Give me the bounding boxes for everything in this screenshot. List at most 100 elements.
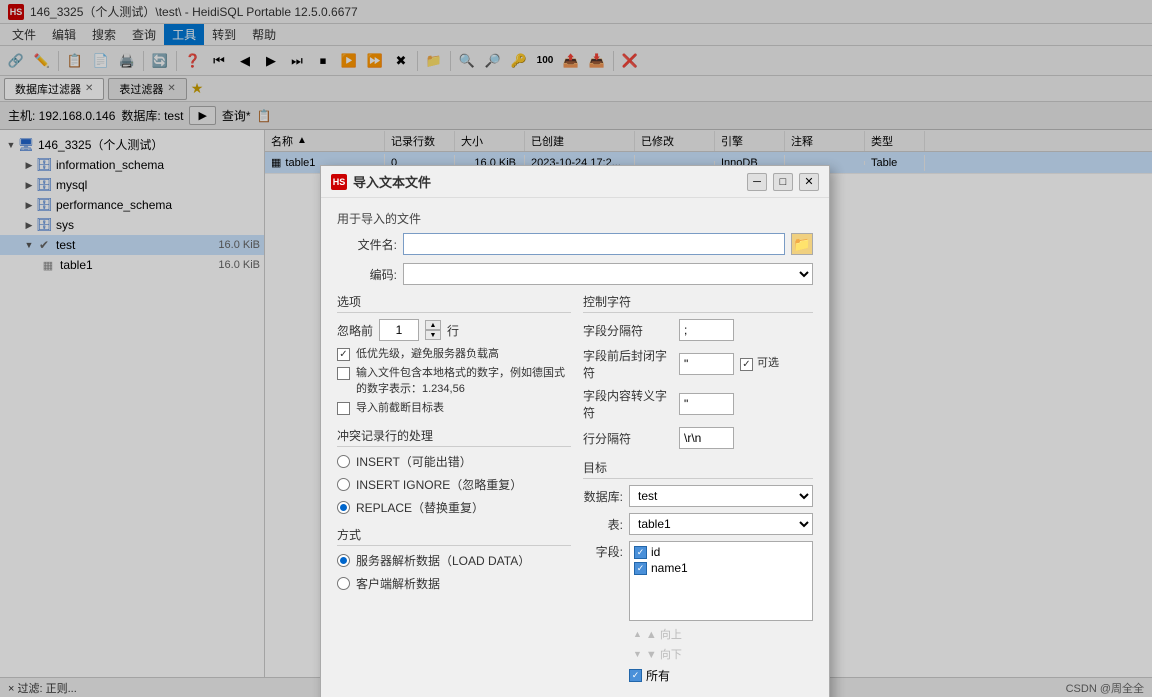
options-section: 选项 忽略前 ▲ ▼ 行 低优先级，避免服务器负载高	[337, 293, 571, 417]
table-row-target: 表: table1	[583, 513, 813, 535]
modal-body: 用于导入的文件 文件名: 📁 编码: 选项	[321, 198, 829, 697]
ctrl-char-section: 控制字符 字段分隔符 字段前后封闭字符 可选	[583, 293, 813, 449]
field-item-1[interactable]: name1	[632, 560, 810, 576]
checkbox-2-label: 导入前截断目标表	[356, 401, 444, 416]
right-column: 控制字符 字段分隔符 字段前后封闭字符 可选	[583, 293, 813, 690]
modal-title: 导入文本文件	[353, 172, 741, 191]
field-escape-label: 字段内容转义字符	[583, 387, 673, 421]
conflict-rb-0[interactable]	[337, 455, 350, 468]
down-btn[interactable]: ▼ ▼ 向下	[629, 645, 813, 663]
modal-titlebar: HS 导入文本文件 ─ □ ✕	[321, 166, 829, 198]
line-sep-row: 行分隔符	[583, 427, 813, 449]
filename-input[interactable]	[403, 233, 785, 255]
table-label: 表:	[583, 516, 623, 533]
modal-logo: HS	[331, 174, 347, 190]
field-escape-row: 字段内容转义字符	[583, 387, 813, 421]
line-sep-input[interactable]	[679, 427, 734, 449]
optional-label: 可选	[757, 356, 779, 371]
all-label: 所有	[646, 667, 670, 684]
filename-label: 文件名:	[337, 236, 397, 253]
skip-label: 忽略前	[337, 322, 373, 339]
ctrl-char-title: 控制字符	[583, 293, 813, 313]
db-row: 数据库: test	[583, 485, 813, 507]
line-sep-label: 行分隔符	[583, 430, 673, 447]
two-col-layout: 选项 忽略前 ▲ ▼ 行 低优先级，避免服务器负载高	[337, 293, 813, 690]
filename-row: 文件名: 📁	[337, 233, 813, 255]
checkbox-0-row: 低优先级，避免服务器负载高	[337, 347, 571, 362]
checkbox-1-row: 输入文件包含本地格式的数字，例如德国式的数字表示：1.234,56	[337, 366, 571, 397]
target-title: 目标	[583, 459, 813, 479]
checkbox-0-label: 低优先级，避免服务器负载高	[356, 347, 499, 362]
skip-row: 忽略前 ▲ ▼ 行	[337, 319, 571, 341]
conflict-label-0: INSERT（可能出错）	[356, 453, 472, 470]
import-dialog: HS 导入文本文件 ─ □ ✕ 用于导入的文件 文件名: 📁 编码:	[320, 165, 830, 697]
field-cb-1[interactable]	[634, 562, 647, 575]
field-cb-0[interactable]	[634, 546, 647, 559]
conflict-section: 冲突记录行的处理 INSERT（可能出错） INSERT IGNORE（忽略重复…	[337, 427, 571, 516]
encoding-row: 编码:	[337, 263, 813, 285]
conflict-label-1: INSERT IGNORE（忽略重复）	[356, 476, 522, 493]
table-select[interactable]: table1	[629, 513, 813, 535]
field-wrap-label: 字段前后封闭字符	[583, 347, 673, 381]
checkbox-2-row: 导入前截断目标表	[337, 401, 571, 416]
field-item-0[interactable]: id	[632, 544, 810, 560]
fields-list: id name1	[629, 541, 813, 621]
conflict-radio-1: INSERT IGNORE（忽略重复）	[337, 476, 571, 493]
method-radio-1: 客户端解析数据	[337, 575, 571, 592]
field-sep-row: 字段分隔符	[583, 319, 813, 341]
modal-close-btn[interactable]: ✕	[799, 173, 819, 191]
left-column: 选项 忽略前 ▲ ▼ 行 低优先级，避免服务器负载高	[337, 293, 571, 690]
conflict-radio-0: INSERT（可能出错）	[337, 453, 571, 470]
checkbox-0[interactable]	[337, 348, 350, 361]
db-label: 数据库:	[583, 488, 623, 505]
optional-check: 可选	[740, 356, 779, 371]
fields-container: id name1 ▲	[629, 541, 813, 684]
skip-up-btn[interactable]: ▲	[425, 320, 441, 330]
method-label-1: 客户端解析数据	[356, 575, 440, 592]
method-section: 方式 服务器解析数据（LOAD DATA） 客户端解析数据	[337, 526, 571, 592]
all-cb[interactable]	[629, 669, 642, 682]
folder-browse-btn[interactable]: 📁	[791, 233, 813, 255]
field-wrap-input[interactable]	[679, 353, 734, 375]
up-icon: ▲	[633, 629, 642, 639]
conflict-radio-2: REPLACE（替换重复）	[337, 499, 571, 516]
optional-cb[interactable]	[740, 358, 753, 371]
method-title: 方式	[337, 526, 571, 546]
field-label-0: id	[651, 545, 660, 559]
method-label-0: 服务器解析数据（LOAD DATA）	[356, 552, 530, 569]
field-label-1: name1	[651, 561, 688, 575]
method-rb-1[interactable]	[337, 577, 350, 590]
options-title: 选项	[337, 293, 571, 313]
target-section: 目标 数据库: test 表: table1	[583, 459, 813, 684]
encoding-select[interactable]	[403, 263, 813, 285]
skip-input[interactable]	[379, 319, 419, 341]
modal-minimize-btn[interactable]: ─	[747, 173, 767, 191]
arrow-buttons: ▲ ▲ 向上 ▼ ▼ 向下	[629, 625, 813, 663]
skip-spinners[interactable]: ▲ ▼	[425, 320, 441, 340]
conflict-title: 冲突记录行的处理	[337, 427, 571, 447]
fields-label: 字段:	[583, 543, 623, 560]
skip-unit: 行	[447, 322, 459, 339]
modal-maximize-btn[interactable]: □	[773, 173, 793, 191]
checkbox-1-label: 输入文件包含本地格式的数字，例如德国式的数字表示：1.234,56	[356, 366, 571, 397]
skip-down-btn[interactable]: ▼	[425, 330, 441, 340]
field-sep-label: 字段分隔符	[583, 322, 673, 339]
checkbox-1[interactable]	[337, 367, 350, 380]
method-radio-0: 服务器解析数据（LOAD DATA）	[337, 552, 571, 569]
checkbox-2[interactable]	[337, 402, 350, 415]
fields-row: 字段: id name1	[583, 541, 813, 684]
db-select[interactable]: test	[629, 485, 813, 507]
field-wrap-row: 字段前后封闭字符 可选	[583, 347, 813, 381]
file-section-title: 用于导入的文件	[337, 210, 813, 227]
conflict-rb-1[interactable]	[337, 478, 350, 491]
up-btn[interactable]: ▲ ▲ 向上	[629, 625, 813, 643]
field-sep-input[interactable]	[679, 319, 734, 341]
conflict-rb-2[interactable]	[337, 501, 350, 514]
method-rb-0[interactable]	[337, 554, 350, 567]
encoding-label: 编码:	[337, 266, 397, 283]
conflict-label-2: REPLACE（替换重复）	[356, 499, 484, 516]
down-icon: ▼	[633, 649, 642, 659]
modal-overlay: HS 导入文本文件 ─ □ ✕ 用于导入的文件 文件名: 📁 编码:	[0, 0, 1152, 697]
all-row: 所有	[629, 667, 813, 684]
field-escape-input[interactable]	[679, 393, 734, 415]
